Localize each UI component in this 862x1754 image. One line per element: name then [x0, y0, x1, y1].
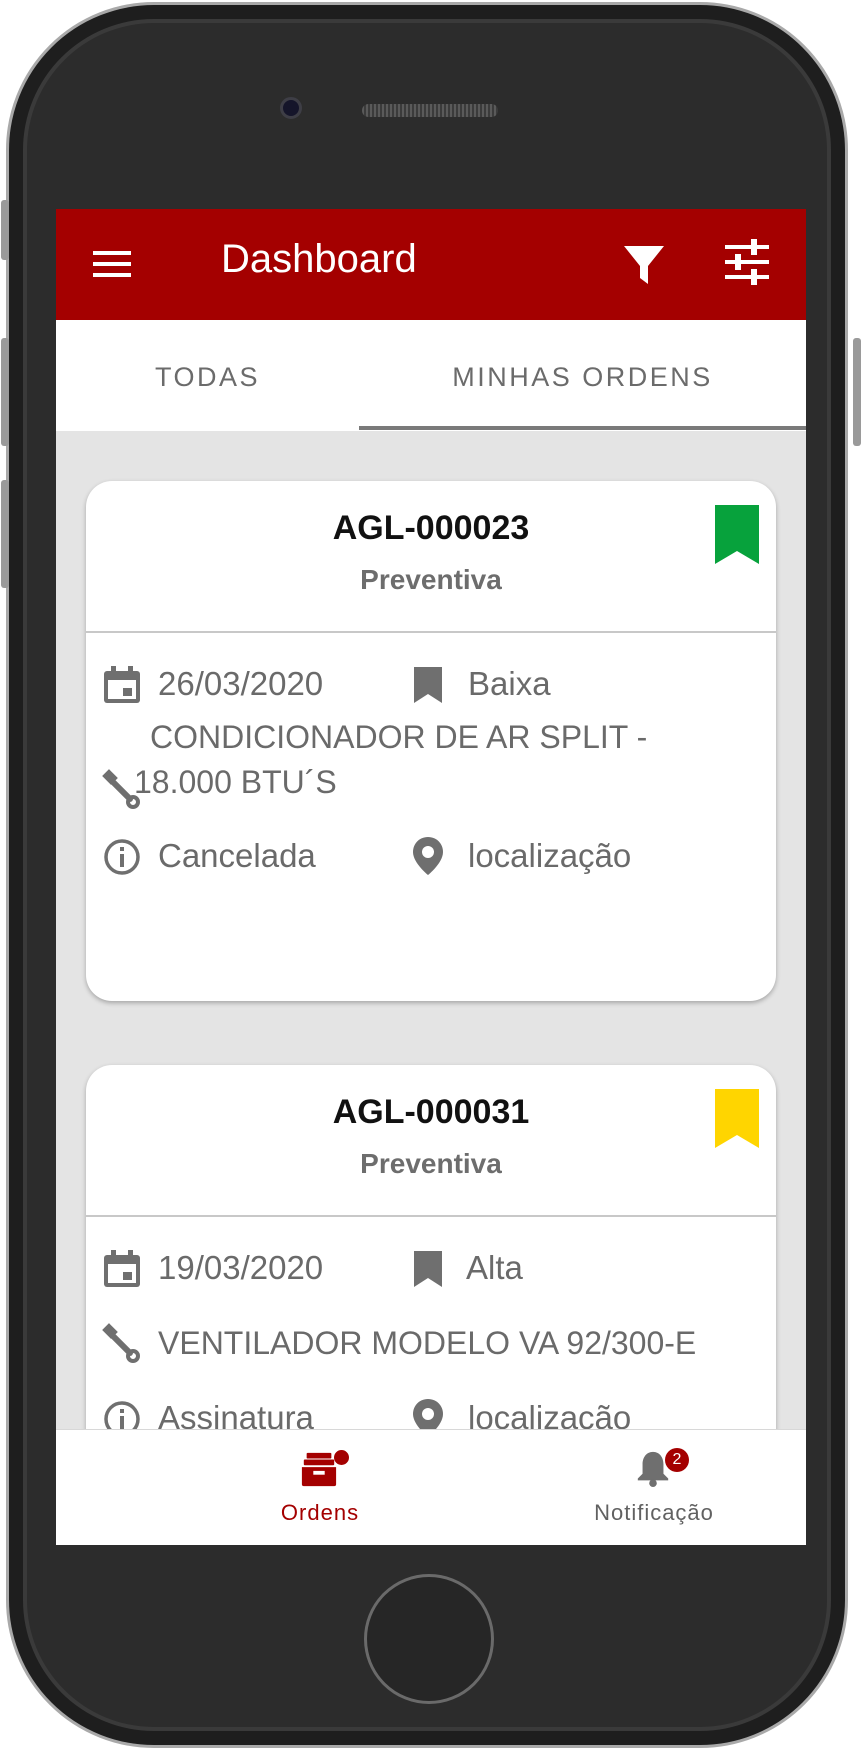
mute-switch: [1, 200, 9, 260]
nav-notifications-label: Notificação: [594, 1500, 714, 1525]
order-date: 26/03/2020: [158, 665, 324, 702]
volume-down-button: [1, 480, 9, 588]
active-tab-indicator: [359, 426, 806, 430]
volume-up-button: [1, 338, 9, 446]
calendar-icon: [104, 1250, 140, 1287]
app-screen: Dashboard TODAS MINHAS ORDENS AGL-000023…: [56, 209, 806, 1545]
order-card[interactable]: AGL-000023 Preventiva 26/03/2020 Baixa C…: [86, 481, 776, 1001]
menu-icon[interactable]: [93, 251, 131, 281]
bookmark-icon: [715, 1089, 759, 1148]
card-divider: [86, 1215, 776, 1217]
equipment-name: CONDICIONADOR DE AR SPLIT - 18.000 BTU´S: [134, 719, 648, 800]
order-code: AGL-000031: [332, 1093, 530, 1131]
bookmark-icon: [414, 1251, 442, 1287]
notification-count-badge: 2: [665, 1448, 689, 1472]
order-date: 19/03/2020: [158, 1249, 324, 1286]
nav-orders[interactable]: Ordens: [220, 1430, 420, 1545]
bookmark-icon: [715, 505, 759, 564]
nav-notifications[interactable]: 2 Notificação: [554, 1430, 754, 1545]
home-button[interactable]: [364, 1574, 494, 1704]
app-bar: Dashboard: [56, 209, 806, 320]
tab-my-orders[interactable]: MINHAS ORDENS: [359, 320, 806, 431]
order-type: Preventiva: [360, 1148, 502, 1179]
order-status: Cancelada: [158, 837, 316, 874]
order-priority: Baixa: [468, 665, 551, 702]
order-type: Preventiva: [360, 564, 502, 595]
wrench-icon: [102, 1323, 140, 1363]
power-button: [853, 338, 861, 446]
nav-orders-label: Ordens: [280, 1500, 360, 1525]
info-icon: [104, 839, 140, 875]
order-tabs: TODAS MINHAS ORDENS: [56, 320, 806, 431]
inbox-archive-icon: [301, 1452, 337, 1487]
new-badge: [334, 1450, 349, 1465]
order-code: AGL-000023: [332, 509, 530, 547]
front-camera: [280, 97, 302, 119]
card-divider: [86, 631, 776, 633]
filter-icon[interactable]: [624, 244, 664, 286]
tab-all[interactable]: TODAS: [56, 320, 359, 431]
page-title: Dashboard: [221, 237, 417, 281]
equipment-name: VENTILADOR MODELO VA 92/300-E: [158, 1325, 697, 1361]
location-pin-icon: [413, 837, 443, 875]
tune-icon[interactable]: [725, 239, 769, 285]
earpiece-speaker: [362, 104, 498, 117]
order-priority: Alta: [466, 1249, 523, 1286]
order-location[interactable]: localização: [468, 831, 631, 881]
calendar-icon: [104, 666, 140, 703]
bottom-navigation: Ordens 2 Notificação: [56, 1429, 806, 1545]
bookmark-icon: [414, 667, 442, 703]
